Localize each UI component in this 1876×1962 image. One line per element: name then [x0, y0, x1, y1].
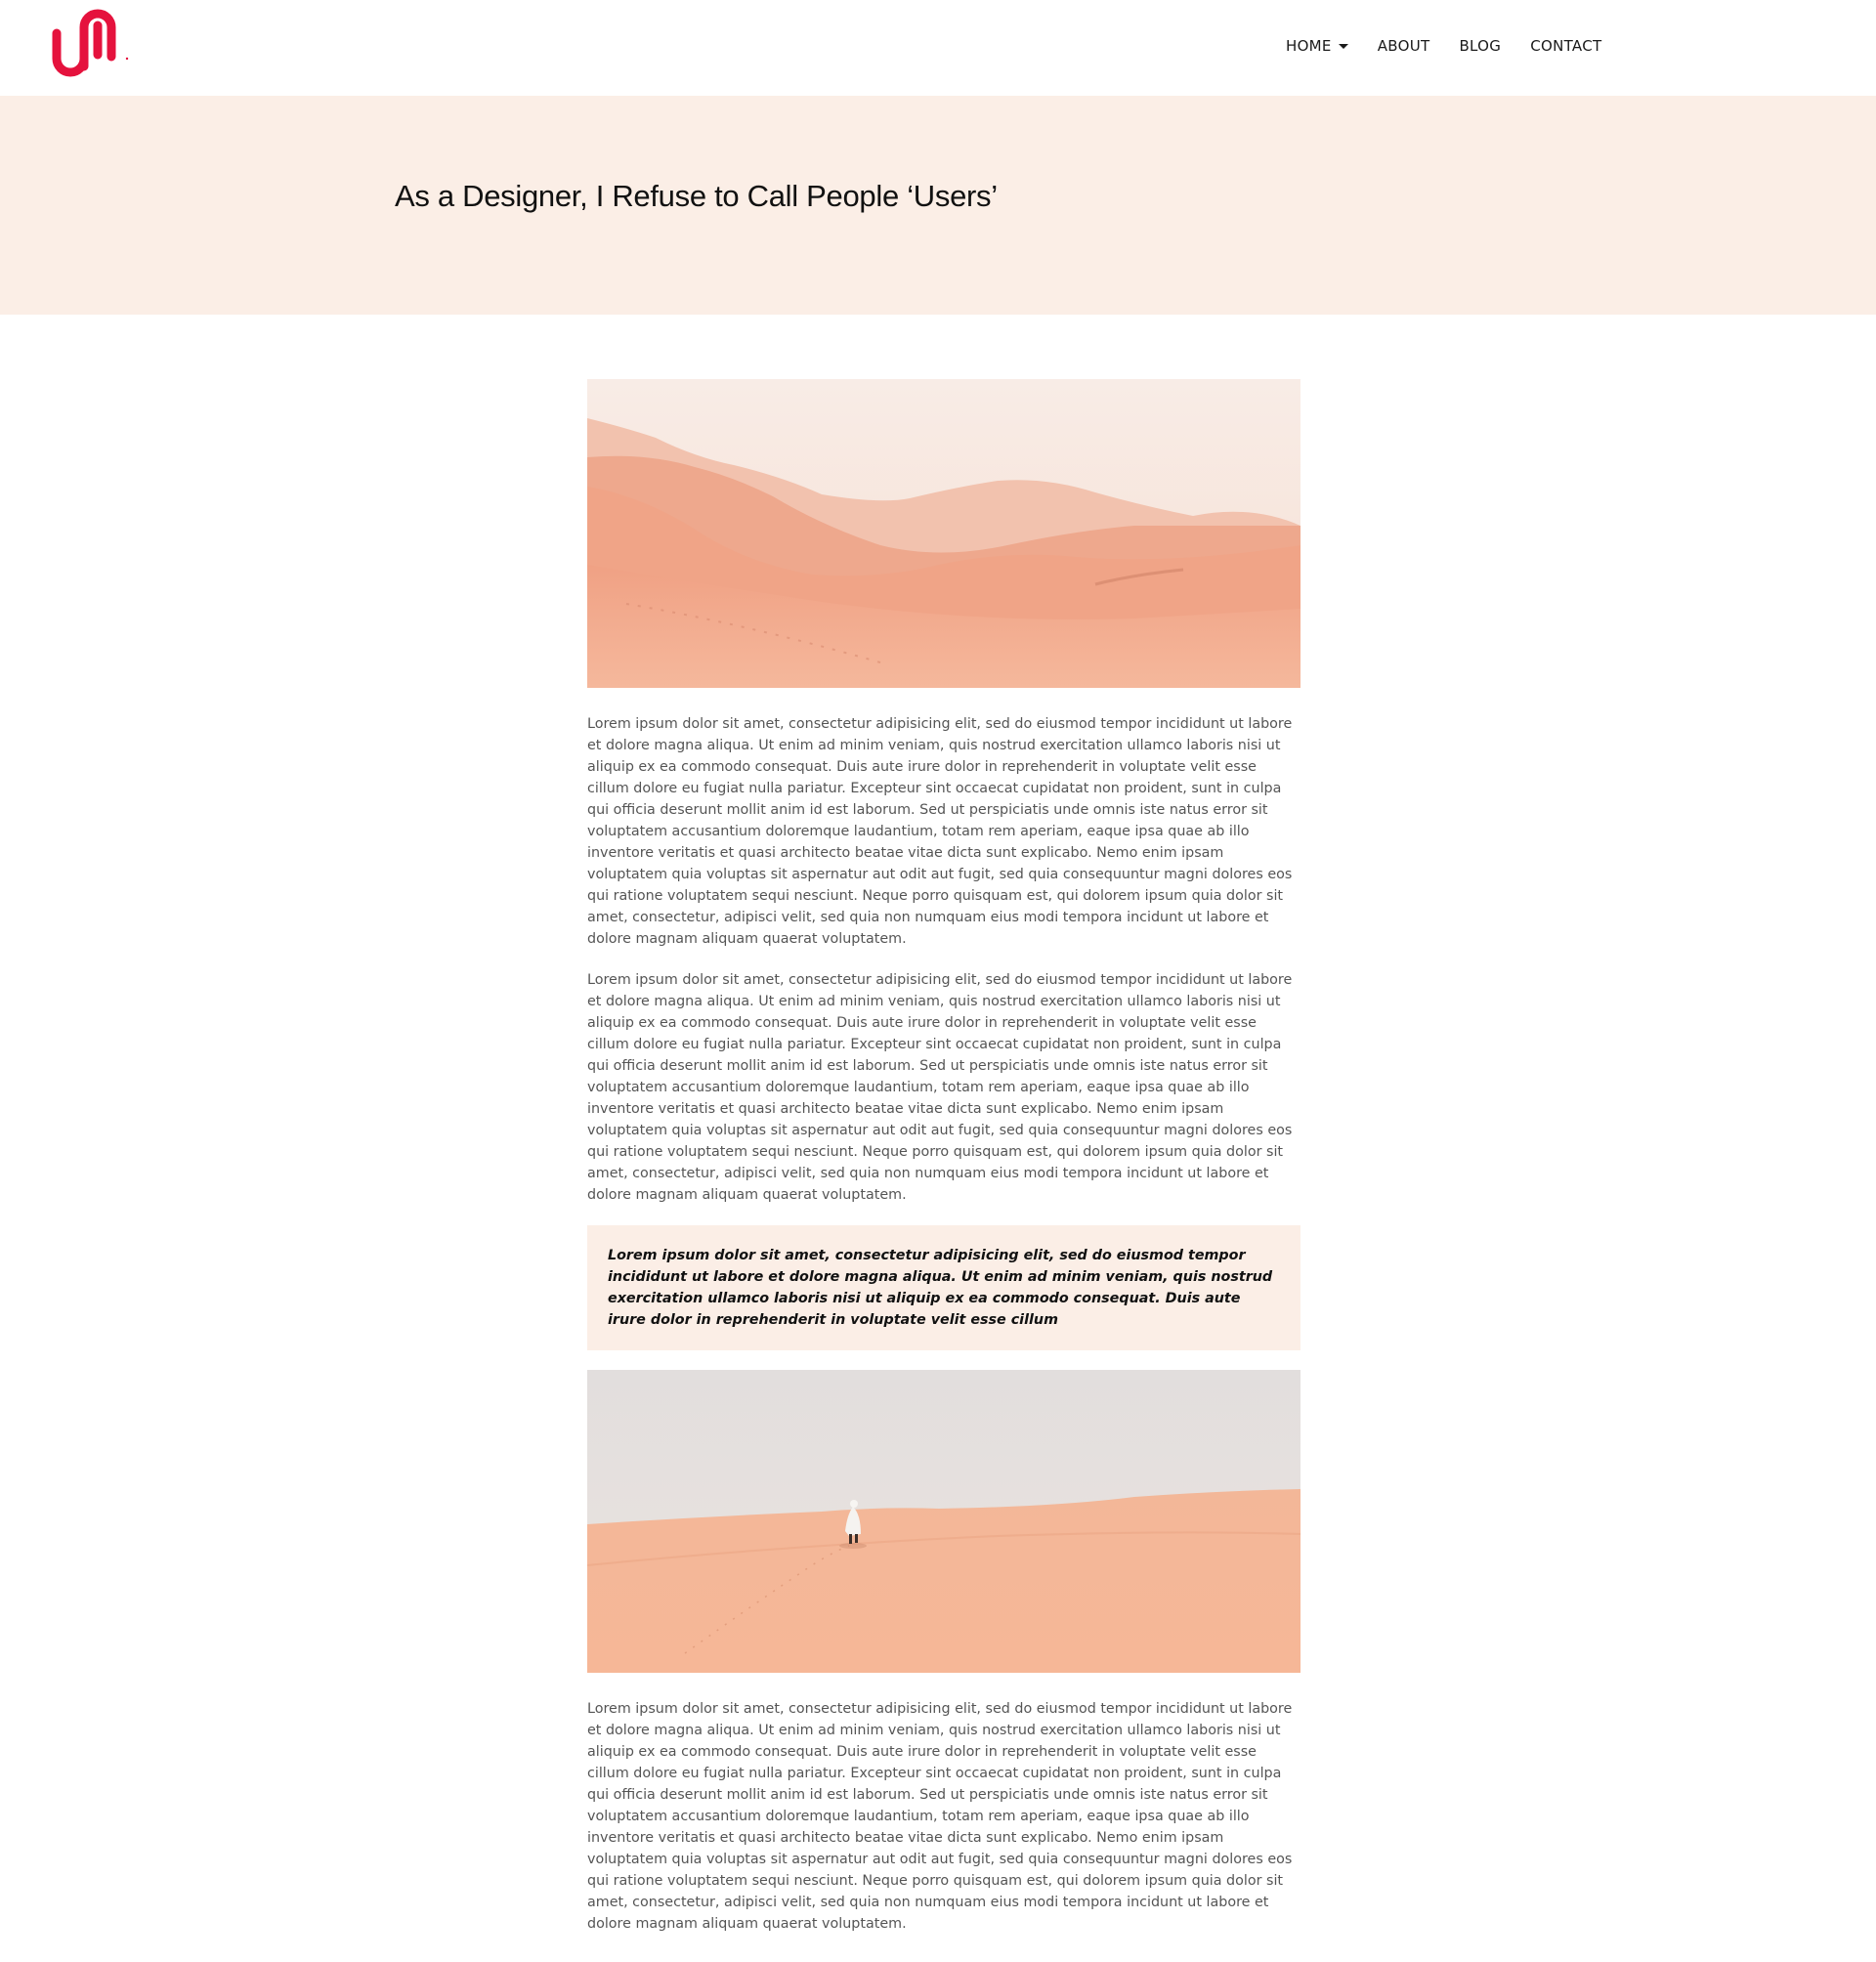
desert-walker-photo: [587, 1370, 1300, 1673]
article-paragraph: Lorem ipsum dolor sit amet, consectetur …: [587, 1701, 1293, 1932]
nav-item-label: ABOUT: [1377, 37, 1430, 55]
article-paragraph: Lorem ipsum dolor sit amet, consectetur …: [587, 972, 1293, 1203]
article-body: Lorem ipsum dolor sit amet, consectetur …: [587, 379, 1300, 1935]
nav-item-about[interactable]: ABOUT: [1378, 37, 1430, 55]
page-title: As a Designer, I Refuse to Call People ‘…: [395, 179, 998, 213]
main-nav: HOME ABOUT BLOG CONTACT: [1286, 37, 1601, 55]
nav-item-contact[interactable]: CONTACT: [1530, 37, 1601, 55]
pull-quote: Lorem ipsum dolor sit amet, consectetur …: [587, 1225, 1300, 1350]
nav-item-label: BLOG: [1459, 37, 1502, 55]
nav-item-label: HOME: [1286, 37, 1332, 55]
hero-banner: As a Designer, I Refuse to Call People ‘…: [0, 96, 1876, 315]
caret-down-icon: [1338, 43, 1348, 49]
brand-logo-icon[interactable]: [49, 8, 131, 86]
desert-dunes-photo: [587, 379, 1300, 688]
article-paragraph: Lorem ipsum dolor sit amet, consectetur …: [587, 716, 1293, 947]
nav-item-home[interactable]: HOME: [1286, 37, 1348, 55]
nav-item-blog[interactable]: BLOG: [1459, 37, 1501, 55]
site-header: HOME ABOUT BLOG CONTACT: [0, 0, 1876, 96]
nav-item-label: CONTACT: [1530, 37, 1602, 55]
